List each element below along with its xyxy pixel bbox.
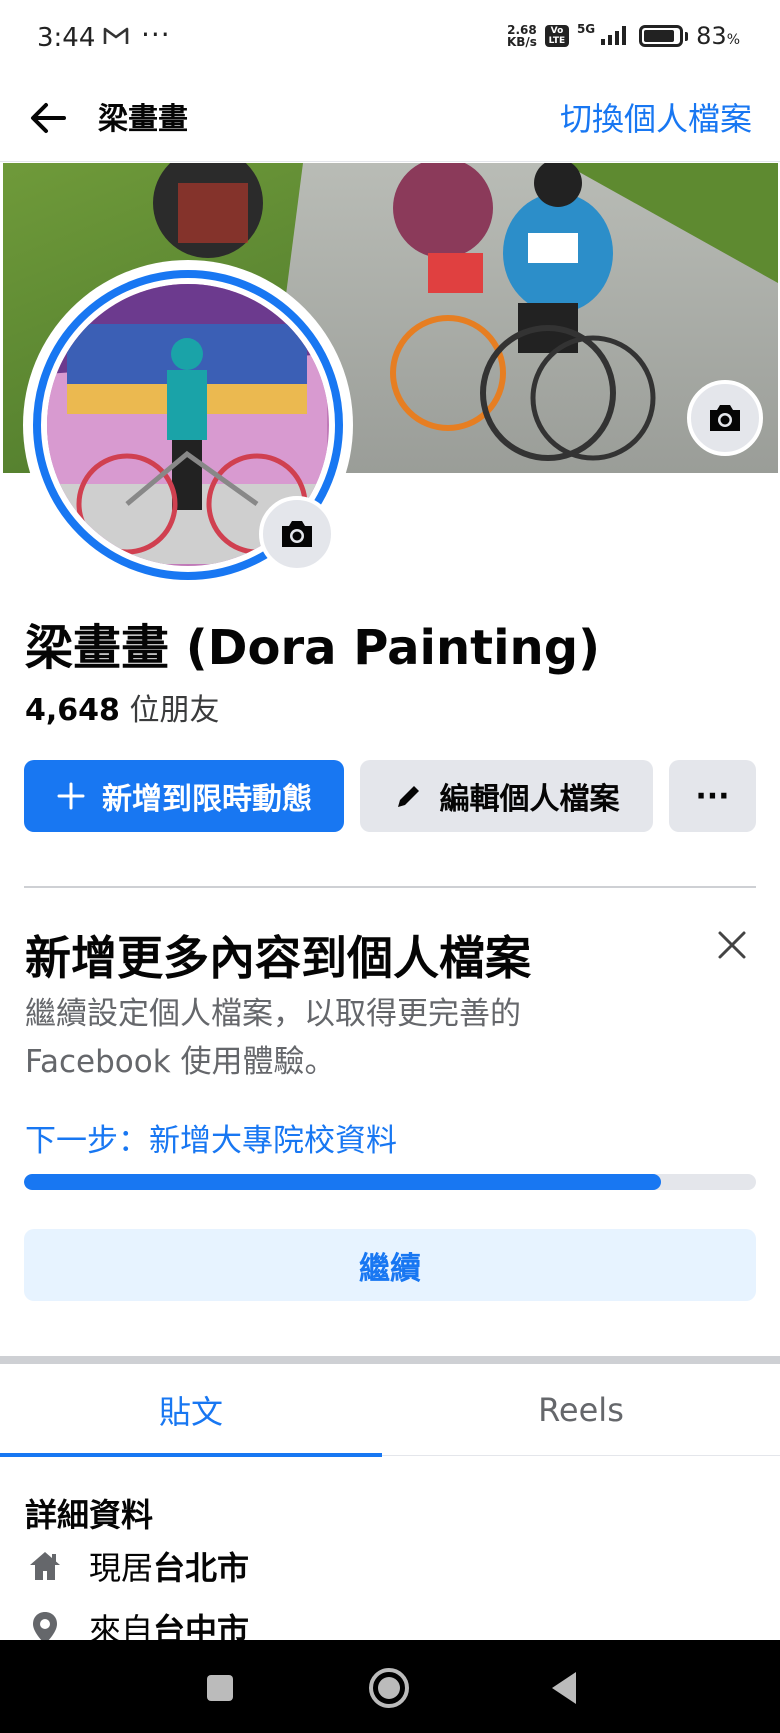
complete-profile-description: 繼續設定個人檔案，以取得更完善的 Facebook 使用體驗。 (25, 996, 521, 1080)
system-navigation-bar (0, 1640, 780, 1733)
signal-icon (599, 23, 631, 49)
edit-profile-picture-camera-icon[interactable] (259, 496, 335, 572)
more-notifications-icon: ··· (141, 18, 171, 51)
header-title: 梁畫畫 (98, 102, 188, 137)
status-bar: 3:44 ··· 2.68 KB/s Vo LTE 5G 83% (0, 0, 780, 78)
pencil-icon (394, 781, 424, 811)
divider (24, 886, 756, 888)
back-triangle-icon[interactable] (540, 1664, 588, 1712)
more-dots-icon: ··· (695, 778, 730, 814)
progress-fill (24, 1174, 661, 1190)
profile-progress-bar (24, 1174, 756, 1190)
more-options-button[interactable]: ··· (669, 760, 756, 832)
battery-percent: 83% (696, 22, 740, 50)
next-step-link[interactable]: 下一步：新增大專院校資料 (25, 1115, 397, 1160)
gmail-icon (103, 26, 129, 50)
friends-count[interactable]: 4,648 位朋友 (25, 685, 219, 729)
home-icon (25, 1550, 65, 1582)
edit-cover-camera-icon[interactable] (687, 380, 763, 456)
recent-apps-icon[interactable] (196, 1664, 244, 1712)
section-separator (0, 1356, 780, 1364)
network-speed: 2.68 KB/s (506, 23, 537, 49)
complete-profile-title: 新增更多內容到個人檔案 (25, 931, 531, 985)
close-icon[interactable] (712, 925, 752, 965)
tab-reels[interactable]: Reels (390, 1364, 772, 1456)
back-arrow-icon[interactable] (24, 94, 72, 142)
battery-icon (639, 25, 684, 47)
status-time: 3:44 (37, 23, 96, 53)
detail-lives-in: 現居 台北市 (25, 1541, 249, 1591)
top-app-bar: 梁畫畫 切換個人檔案 (0, 78, 780, 162)
home-button-icon[interactable] (365, 1664, 413, 1712)
network-type: 5G (576, 22, 596, 36)
add-to-story-button[interactable]: 新增到限時動態 (24, 760, 344, 832)
plus-icon (56, 781, 86, 811)
switch-profile-link[interactable]: 切換個人檔案 (560, 94, 752, 140)
volte-icon: Vo LTE (544, 25, 569, 47)
details-title: 詳細資料 (25, 1496, 154, 1534)
profile-name: 梁畫畫 (Dora Painting) (25, 620, 601, 676)
profile-tabs: 貼文 Reels (0, 1364, 780, 1457)
tab-posts[interactable]: 貼文 (0, 1364, 382, 1457)
continue-button[interactable]: 繼續 (24, 1229, 756, 1301)
edit-profile-button[interactable]: 編輯個人檔案 (360, 760, 653, 832)
